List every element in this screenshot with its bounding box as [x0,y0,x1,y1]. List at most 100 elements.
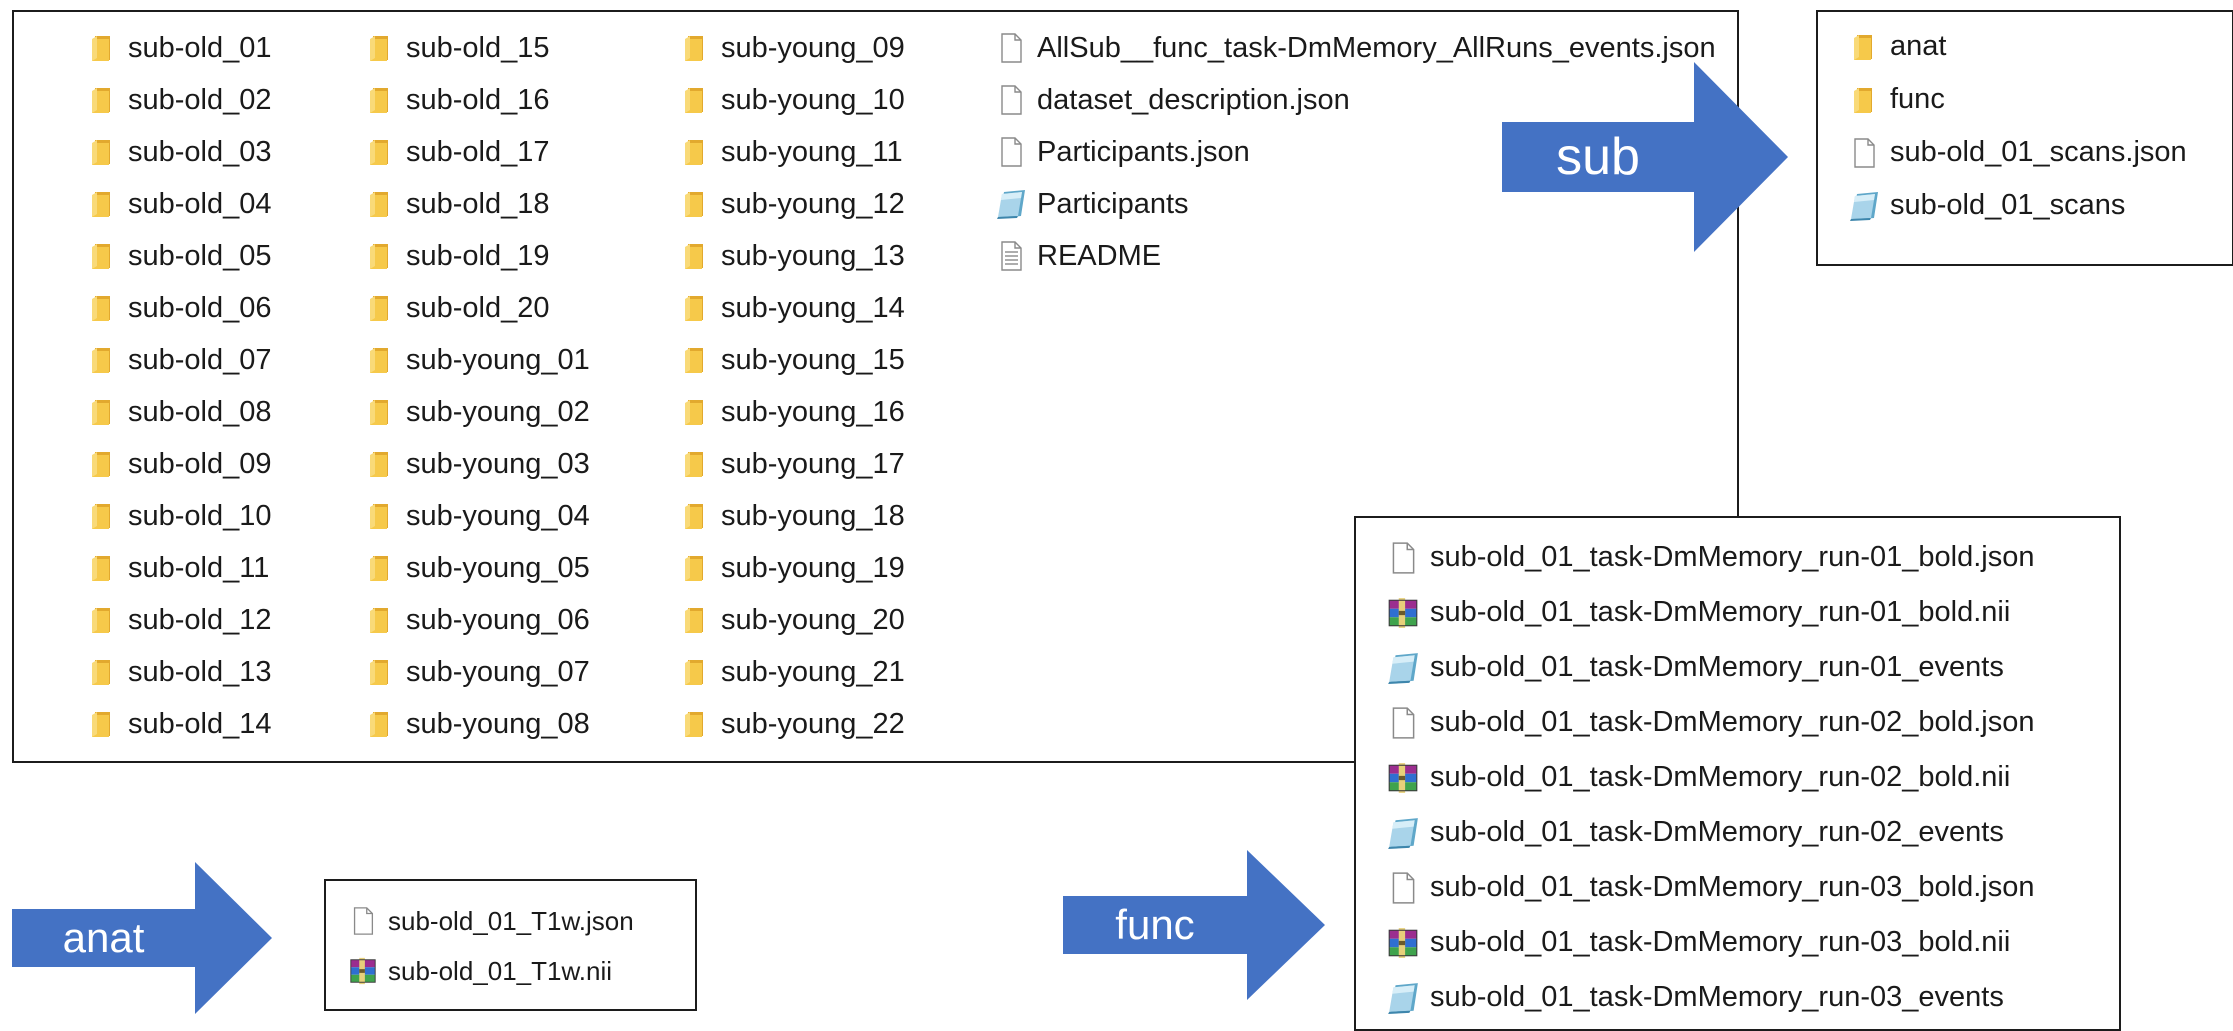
folder-item[interactable]: sub-young_11 [677,126,905,178]
folder-item[interactable]: sub-young_17 [677,438,905,490]
folder-item[interactable]: sub-young_15 [677,334,905,386]
folder-item[interactable]: sub-young_06 [362,594,590,646]
folder-item[interactable]: sub-old_17 [362,126,590,178]
folder-item[interactable]: sub-young_02 [362,386,590,438]
file-icon [993,84,1029,116]
folder-icon [362,188,398,220]
folder-item[interactable]: sub-young_18 [677,490,905,542]
item-name: sub-old_06 [128,291,272,324]
folder-icon [362,604,398,636]
anat-arrow: anat [12,862,272,1014]
folder-item[interactable]: sub-old_09 [84,438,272,490]
folder-icon [1846,84,1882,116]
sub-arrow: sub [1502,62,1788,252]
folder-item[interactable]: sub-old_08 [84,386,272,438]
file-item[interactable]: sub-old_01_T1w.nii [346,946,634,996]
folder-item[interactable]: sub-old_04 [84,178,272,230]
folder-item[interactable]: sub-young_12 [677,178,905,230]
spreadsheet-icon [993,188,1029,220]
item-name: sub-young_01 [406,343,590,376]
folder-item[interactable]: sub-young_09 [677,22,905,74]
item-name: dataset_description.json [1037,83,1350,116]
file-item[interactable]: sub-old_01_scans [1846,179,2187,232]
func-listing: sub-old_01_task-DmMemory_run-01_bold.jso… [1384,530,2034,1025]
item-name: sub-old_11 [128,551,270,584]
file-item[interactable]: sub-old_01_task-DmMemory_run-02_events [1384,805,2034,860]
file-item[interactable]: sub-old_01_task-DmMemory_run-01_bold.nii [1384,585,2034,640]
folder-icon [84,344,120,376]
folder-item[interactable]: sub-old_13 [84,646,272,698]
folder-item[interactable]: sub-young_16 [677,386,905,438]
root-col-1: sub-old_01 sub-old_02 sub-old_03 sub-old_04… [84,22,272,750]
folder-item[interactable]: sub-young_22 [677,698,905,750]
item-name: Participants [1037,187,1189,220]
file-item[interactable]: sub-old_01_task-DmMemory_run-03_bold.nii [1384,915,2034,970]
folder-item[interactable]: sub-old_01 [84,22,272,74]
func-arrow: func [1063,850,1325,1000]
file-item[interactable]: sub-old_01_task-DmMemory_run-03_events [1384,970,2034,1025]
folder-icon [362,500,398,532]
item-name: sub-old_15 [406,31,550,64]
folder-item[interactable]: anat [1846,20,2187,73]
item-name: sub-old_01_task-DmMemory_run-01_events [1430,651,2004,683]
folder-item[interactable]: sub-old_06 [84,282,272,334]
folder-item[interactable]: sub-old_15 [362,22,590,74]
item-name: sub-young_02 [406,395,590,428]
file-item[interactable]: sub-old_01_scans.json [1846,126,2187,179]
file-item[interactable]: sub-old_01_task-DmMemory_run-01_events [1384,640,2034,695]
spreadsheet-icon [1846,190,1882,222]
folder-item[interactable]: sub-young_13 [677,230,905,282]
folder-icon [677,656,713,688]
folder-icon [84,292,120,324]
item-name: sub-old_12 [128,603,272,636]
folder-item[interactable]: sub-young_08 [362,698,590,750]
folder-item[interactable]: sub-old_07 [84,334,272,386]
item-name: sub-old_05 [128,239,272,272]
folder-item[interactable]: sub-old_19 [362,230,590,282]
folder-item[interactable]: sub-young_10 [677,74,905,126]
folder-item[interactable]: sub-young_14 [677,282,905,334]
folder-icon [84,84,120,116]
folder-item[interactable]: func [1846,73,2187,126]
folder-item[interactable]: sub-young_20 [677,594,905,646]
item-name: sub-old_01_task-DmMemory_run-01_bold.jso… [1430,541,2035,573]
folder-item[interactable]: sub-old_02 [84,74,272,126]
folder-item[interactable]: sub-old_18 [362,178,590,230]
file-item[interactable]: sub-old_01_task-DmMemory_run-03_bold.jso… [1384,860,2034,915]
item-name: sub-old_17 [406,135,550,168]
item-name: sub-old_08 [128,395,272,428]
folder-item[interactable]: sub-old_14 [84,698,272,750]
file-item[interactable]: sub-old_01_task-DmMemory_run-02_bold.jso… [1384,695,2034,750]
folder-icon [362,656,398,688]
folder-item[interactable]: sub-old_03 [84,126,272,178]
item-name: sub-old_01_scans [1890,189,2126,221]
folder-item[interactable]: sub-young_05 [362,542,590,594]
folder-item[interactable]: sub-young_01 [362,334,590,386]
item-name: sub-young_20 [721,603,905,636]
folder-item[interactable]: sub-old_16 [362,74,590,126]
item-name: sub-old_20 [406,291,550,324]
item-name: sub-young_11 [721,135,903,168]
root-col-3: sub-young_09 sub-young_10 sub-young_11 sub-… [677,22,905,750]
folder-item[interactable]: sub-young_04 [362,490,590,542]
folder-item[interactable]: sub-old_20 [362,282,590,334]
folder-icon [84,136,120,168]
folder-item[interactable]: sub-old_05 [84,230,272,282]
folder-item[interactable]: sub-young_07 [362,646,590,698]
file-item[interactable]: sub-old_01_task-DmMemory_run-02_bold.nii [1384,750,2034,805]
spreadsheet-icon [1384,651,1422,685]
folder-item[interactable]: sub-young_21 [677,646,905,698]
folder-item[interactable]: sub-young_03 [362,438,590,490]
file-item[interactable]: sub-old_01_task-DmMemory_run-01_bold.jso… [1384,530,2034,585]
folder-icon [362,32,398,64]
folder-item[interactable]: sub-old_10 [84,490,272,542]
item-name: sub-old_09 [128,447,272,480]
file-icon [1384,541,1422,575]
file-item[interactable]: sub-old_01_T1w.json [346,896,634,946]
folder-icon [84,188,120,220]
item-name: sub-old_01_task-DmMemory_run-03_events [1430,981,2004,1013]
folder-item[interactable]: sub-old_11 [84,542,272,594]
folder-item[interactable]: sub-young_19 [677,542,905,594]
folder-icon [362,708,398,740]
folder-item[interactable]: sub-old_12 [84,594,272,646]
